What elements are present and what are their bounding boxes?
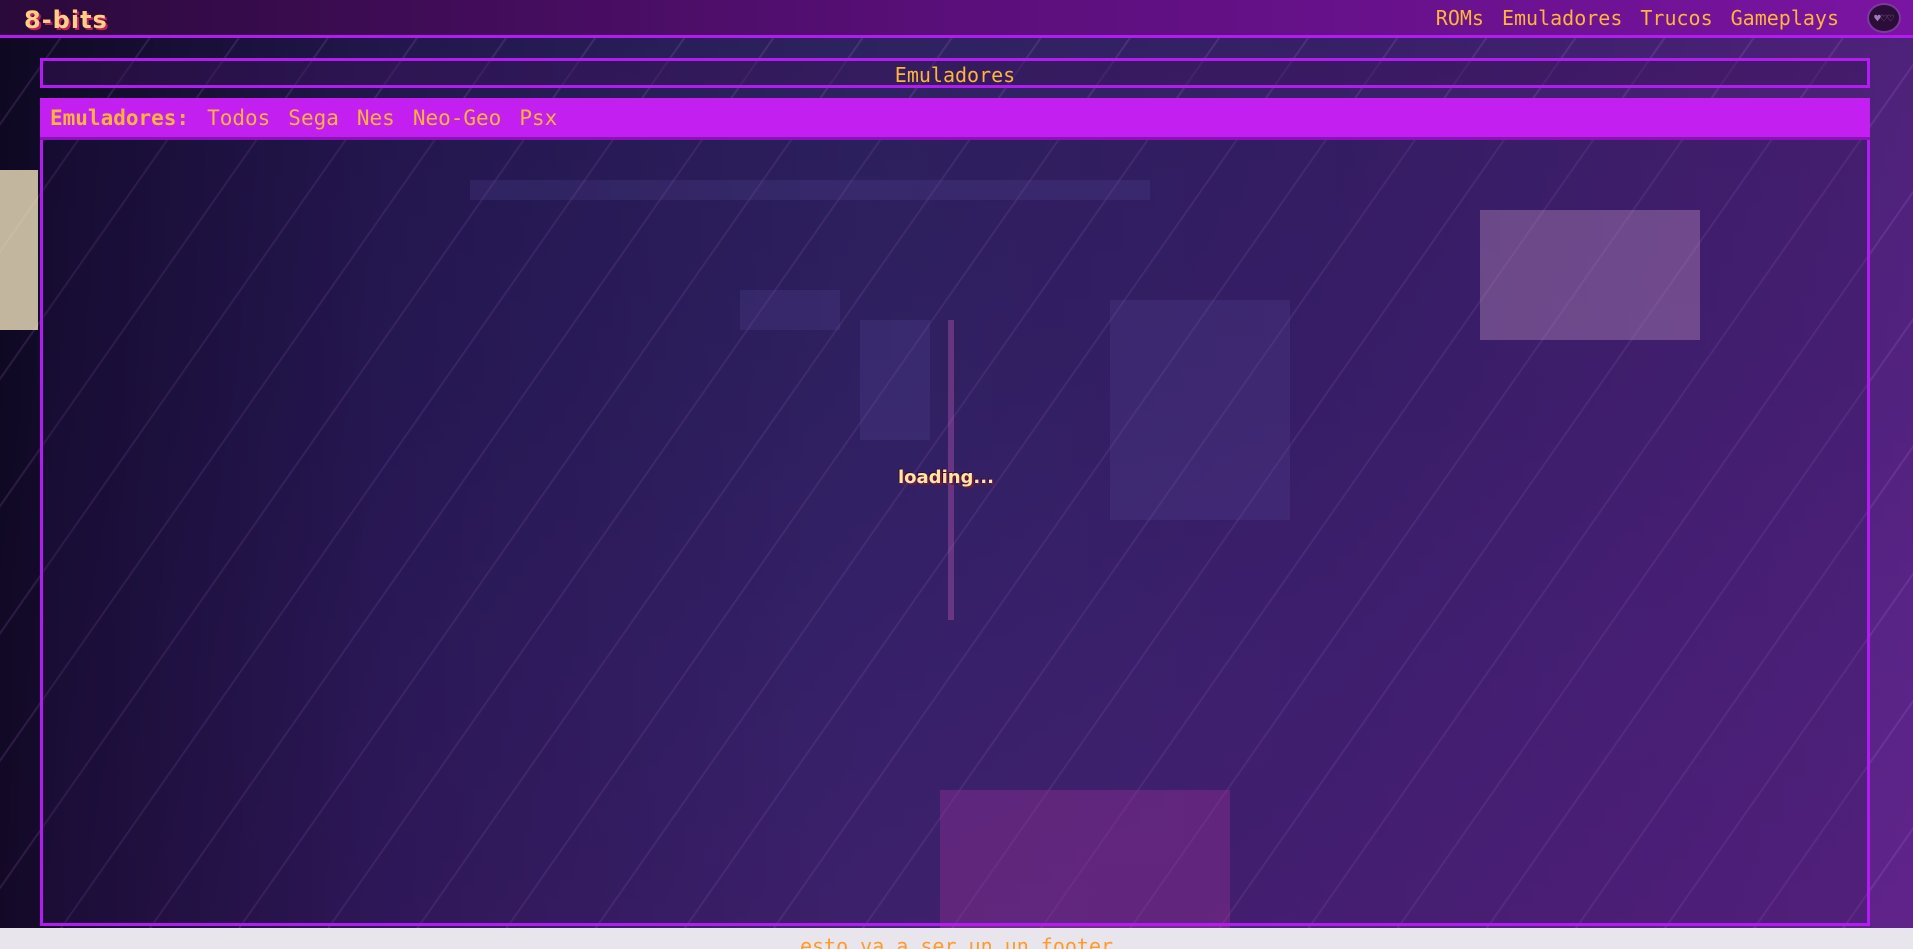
main-nav: ROMs Emuladores Trucos Gameplays: [1436, 6, 1839, 30]
filter-label: Emuladores:: [50, 105, 190, 130]
page: 8-bits ROMs Emuladores Trucos Gameplays …: [0, 0, 1913, 949]
filter-nes[interactable]: Nes: [357, 106, 395, 130]
site-logo[interactable]: 8-bits: [24, 6, 108, 34]
nav-link-trucos[interactable]: Trucos: [1640, 6, 1712, 30]
content-panel: [40, 140, 1870, 926]
footer-text: esto va a ser un un footer: [799, 934, 1114, 949]
page-title-frame: Emuladores: [40, 58, 1870, 88]
bg-window: [0, 170, 38, 330]
loading-indicator: loading...: [898, 467, 994, 488]
avatar[interactable]: ♥♡♡: [1867, 3, 1901, 33]
filter-psx[interactable]: Psx: [519, 106, 557, 130]
nav-link-roms[interactable]: ROMs: [1436, 6, 1484, 30]
filter-sega[interactable]: Sega: [288, 106, 339, 130]
nav-link-emuladores[interactable]: Emuladores: [1502, 6, 1622, 30]
nav-link-gameplays[interactable]: Gameplays: [1731, 6, 1839, 30]
avatar-icon: ♥♡♡: [1874, 11, 1894, 25]
top-navbar: 8-bits ROMs Emuladores Trucos Gameplays …: [0, 0, 1913, 38]
filter-bar: Emuladores: Todos Sega Nes Neo-Geo Psx: [40, 98, 1870, 140]
filter-todos[interactable]: Todos: [207, 106, 270, 130]
filter-neo-geo[interactable]: Neo-Geo: [413, 106, 502, 130]
page-title: Emuladores: [894, 63, 1016, 87]
footer: esto va a ser un un footer: [0, 928, 1913, 949]
